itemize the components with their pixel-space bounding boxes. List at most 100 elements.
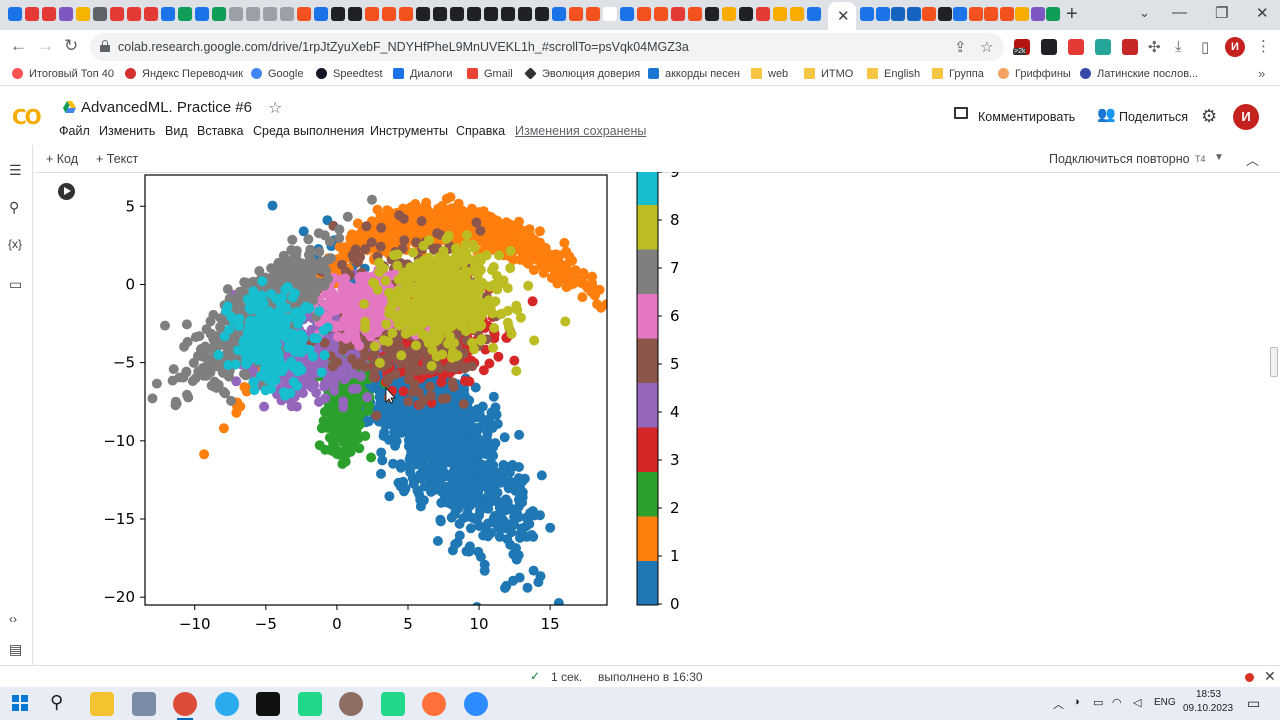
pinned-tab-favicon[interactable] (399, 7, 413, 21)
saved-status-link[interactable]: Изменения сохранены (515, 124, 646, 138)
pinned-tab-favicon[interactable] (922, 7, 936, 21)
tab-search-chevron-icon[interactable]: ⌄ (1139, 5, 1150, 21)
pinned-tab-favicon[interactable] (1030, 7, 1045, 21)
pinned-tab-favicon[interactable] (314, 7, 328, 21)
pinned-tab-favicon[interactable] (518, 7, 532, 21)
pinned-tab-favicon[interactable] (110, 7, 124, 21)
menu-runtime[interactable]: Среда выполнения (253, 124, 364, 138)
pinned-tab-favicon[interactable] (365, 7, 379, 21)
extension-badge-icon[interactable]: >2k (1013, 39, 1030, 55)
pinned-tab-favicon[interactable] (59, 7, 73, 21)
variables-icon[interactable]: {x} (8, 237, 22, 251)
menu-file[interactable]: Файл (59, 124, 90, 138)
pinned-tab-favicon[interactable] (348, 7, 362, 21)
pinned-tab-favicon[interactable] (688, 7, 702, 21)
maximize-icon[interactable]: ❐ (1215, 4, 1228, 22)
pinned-tab-favicon[interactable] (756, 7, 770, 21)
pinned-tab-favicon[interactable] (297, 7, 311, 21)
files-folder-icon[interactable]: ▭ (9, 276, 22, 293)
pinned-tab-favicon[interactable] (127, 7, 141, 21)
extension-icon-4[interactable] (1095, 39, 1111, 55)
pinned-tab-favicon[interactable] (722, 7, 736, 21)
extension-icon-2[interactable] (1041, 39, 1057, 55)
star-icon[interactable]: ☆ (268, 98, 282, 118)
pinned-tab-favicon[interactable] (906, 7, 921, 21)
collapse-header-chevron-icon[interactable]: ︿ (1246, 150, 1259, 169)
reload-icon[interactable]: ↻ (64, 36, 78, 56)
pinned-tab-favicon[interactable] (586, 7, 600, 21)
extension-icon-5[interactable] (1122, 39, 1138, 55)
menu-help[interactable]: Справка (456, 124, 505, 138)
close-tab-icon[interactable]: ✕ (837, 7, 850, 25)
terminal-icon[interactable]: ▤ (9, 641, 22, 658)
pinned-tab-favicon[interactable] (705, 7, 719, 21)
bookmark-folder[interactable]: web (751, 68, 788, 84)
table-of-contents-icon[interactable]: ☰ (9, 162, 22, 179)
pinned-tab-favicon[interactable] (953, 7, 967, 21)
pinned-tab-favicon[interactable] (229, 7, 243, 21)
runtime-dropdown-icon[interactable]: ▼ (1214, 152, 1224, 163)
pinned-tab-favicon[interactable] (637, 7, 651, 21)
run-cell-button[interactable] (58, 183, 75, 200)
address-bar[interactable]: colab.research.google.com/drive/1rpJtZyu… (90, 33, 1004, 61)
colab-logo[interactable]: CO (12, 105, 42, 129)
pinned-tab-favicon[interactable] (331, 7, 345, 21)
bookmark-item[interactable]: Google (251, 68, 303, 84)
pinned-tab-favicon[interactable] (860, 7, 874, 21)
menu-edit[interactable]: Изменить (99, 124, 155, 138)
pinned-tab-favicon[interactable] (875, 7, 890, 21)
pinned-tab-favicon[interactable] (8, 7, 22, 21)
pinned-tab-favicon[interactable] (76, 7, 90, 21)
add-code-button[interactable]: + Код (46, 152, 78, 166)
pinned-tab-favicon[interactable] (535, 7, 549, 21)
bookmark-star-icon[interactable]: ☆ (980, 38, 993, 56)
minimize-icon[interactable]: — (1172, 4, 1187, 21)
pinned-tab-favicon[interactable] (93, 7, 107, 21)
pinned-tab-favicon[interactable] (671, 7, 685, 21)
bookmark-item[interactable]: Эволюция доверия (524, 67, 640, 84)
pinned-tab-favicon[interactable] (968, 7, 983, 21)
url-text[interactable]: colab.research.google.com/drive/1rpJtZyu… (118, 40, 689, 54)
pinned-tab-favicon[interactable] (382, 7, 396, 21)
browser-menu-icon[interactable]: ⋮ (1256, 37, 1271, 55)
reconnect-button[interactable]: Подключиться повторно (1049, 152, 1190, 166)
side-panel-icon[interactable]: ▯ (1201, 38, 1209, 56)
active-tab[interactable]: ✕ (828, 2, 856, 30)
bookmark-item[interactable]: Диалоги (393, 68, 453, 84)
window-close-icon[interactable]: ✕ (1256, 4, 1269, 22)
download-icon[interactable]: ⤓ (1175, 38, 1182, 55)
bookmark-folder[interactable]: ИТМО (804, 68, 853, 84)
pinned-tab-favicon[interactable] (984, 7, 998, 21)
pinned-tab-favicon[interactable] (246, 7, 260, 21)
pinned-tab-favicon[interactable] (195, 7, 209, 21)
pinned-tab-favicon[interactable] (654, 7, 668, 21)
pinned-tab-favicon[interactable] (937, 7, 952, 21)
user-avatar[interactable]: И (1233, 104, 1259, 130)
puzzle-extensions-icon[interactable]: ✣ (1148, 38, 1161, 56)
pinned-tab-favicon[interactable] (178, 7, 192, 21)
bookmark-item[interactable]: Латинские послов... (1080, 68, 1198, 84)
pinned-tab-favicon[interactable] (161, 7, 175, 21)
bookmark-item[interactable]: Яндекс Переводчик (125, 68, 243, 84)
search-icon[interactable]: ⚲ (9, 199, 19, 216)
pinned-tab-favicon[interactable] (999, 7, 1014, 21)
pinned-tab-favicon[interactable] (484, 7, 498, 21)
pinned-tab-favicon[interactable] (467, 7, 481, 21)
youtube-extension-icon[interactable] (1068, 39, 1084, 55)
pinned-tab-favicon[interactable] (450, 7, 464, 21)
more-bookmarks-icon[interactable]: » (1258, 66, 1265, 81)
bookmark-folder[interactable]: English (867, 68, 920, 84)
profile-avatar[interactable]: И (1225, 37, 1245, 57)
add-text-button[interactable]: + Текст (96, 152, 138, 166)
pinned-tab-favicon[interactable] (552, 7, 566, 21)
pinned-tab-favicon[interactable] (501, 7, 515, 21)
share-page-icon[interactable]: ⇪ (954, 38, 967, 56)
bookmark-item[interactable]: аккорды песен (648, 68, 740, 84)
lock-icon[interactable] (100, 40, 110, 52)
code-snippets-icon[interactable]: ‹› (9, 612, 17, 626)
pinned-tab-favicon[interactable] (603, 7, 617, 21)
notebook-title[interactable]: AdvancedML. Practice #6 (81, 99, 252, 116)
back-arrow-icon[interactable]: ← (10, 36, 27, 56)
pinned-tab-favicon[interactable] (212, 7, 226, 21)
pinned-tab-favicon[interactable] (25, 7, 39, 21)
